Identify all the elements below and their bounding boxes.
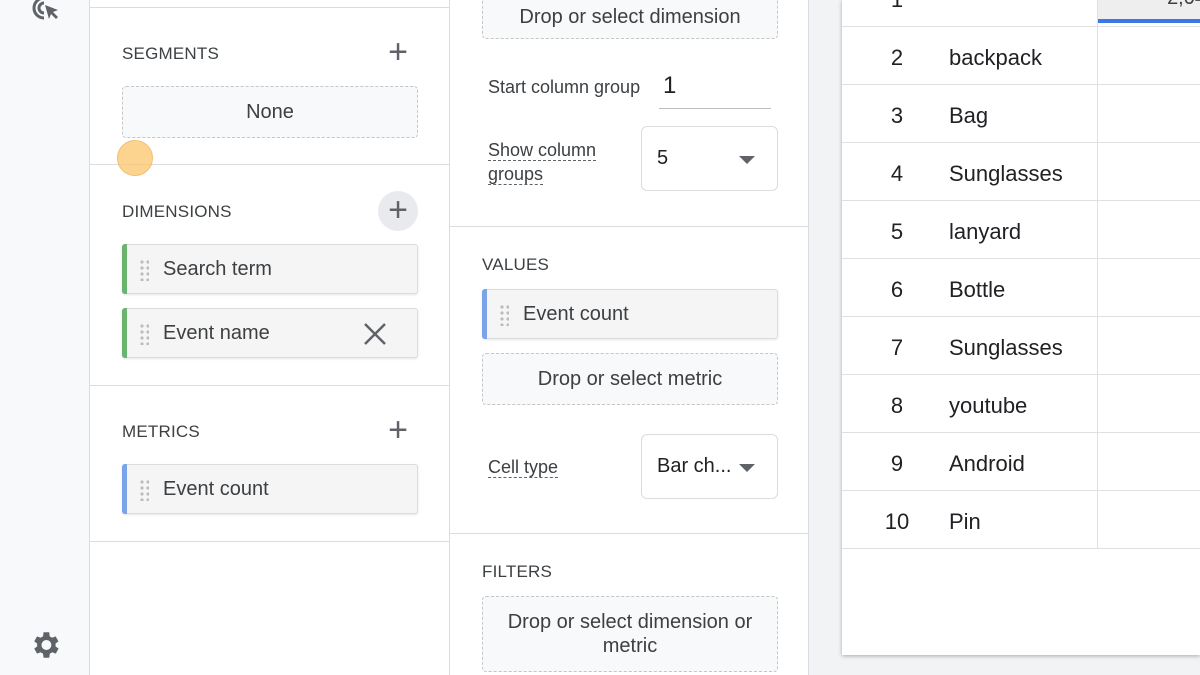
values-heading: VALUES [482,255,550,274]
bar-cell: 2,04 [1098,0,1200,23]
start-column-group-input[interactable]: 1 [659,72,771,109]
table-row[interactable]: 3 Bag [842,85,1200,143]
drag-handle-icon[interactable] [139,323,149,345]
table-row[interactable]: 6 Bottle [842,259,1200,317]
table-row[interactable]: 8 youtube [842,375,1200,433]
table-row[interactable]: 5 lanyard [842,201,1200,259]
chip-label: Event name [163,322,270,344]
add-segment-button[interactable]: + [378,33,418,73]
search-term-cell: Android [949,451,1025,476]
table-row[interactable]: 7 Sunglasses [842,317,1200,375]
chip-label: Event count [523,303,629,325]
select-value: Bar ch... [657,455,732,477]
metrics-heading: METRICS [122,422,200,441]
dropdown-arrow-icon [739,464,755,472]
search-term-cell: Pin [949,509,981,534]
chip-label: Search term [163,258,272,280]
table-row[interactable]: 2 backpack [842,27,1200,85]
event-count-value: 2,04 [1167,0,1200,10]
row-number: 6 [890,277,904,302]
gear-icon[interactable] [28,628,62,662]
row-number: 7 [890,335,904,360]
chip-label: Event count [163,478,269,500]
show-column-groups-select[interactable]: 5 [641,126,778,191]
metric-chip-event-count[interactable]: Event count [122,464,418,514]
add-dimension-button[interactable]: + [378,191,418,231]
search-term-cell: Bottle [949,277,1006,302]
start-column-group-label: Start column group [488,77,641,97]
close-icon[interactable] [363,322,387,346]
row-number: 9 [890,451,904,476]
search-term-cell: backpack [949,45,1042,70]
drop-metric-zone[interactable]: Drop or select metric [482,353,778,405]
value-chip-event-count[interactable]: Event count [482,289,778,339]
table-row[interactable]: 10 Pin [842,491,1200,549]
dimension-chip-search-term[interactable]: Search term [122,244,418,294]
search-term-cell: Bag [949,103,989,128]
drop-filter-zone[interactable]: Drop or select dimension or metric [482,596,778,672]
row-number: 4 [890,161,904,186]
row-number: 2 [890,45,904,70]
segment-none[interactable]: None [122,86,418,138]
dropdown-arrow-icon [739,156,755,164]
select-value: 5 [657,147,669,169]
row-number: 8 [890,393,904,418]
dimension-chip-event-name[interactable]: Event name [122,308,418,358]
drop-dimension-zone[interactable]: Drop or select dimension [482,0,778,39]
label-line: groups [488,164,544,185]
table-row[interactable]: 9 Android [842,433,1200,491]
row-number: 1 [842,0,952,13]
row-number: 3 [890,103,904,128]
label-line: Show column [488,140,597,161]
results-table: 12,042backpack3Bag4Sunglasses5lanyard6Bo… [842,0,1200,655]
drag-handle-icon[interactable] [139,259,149,281]
row-number: 10 [884,509,910,534]
table-row[interactable]: 12,04 [842,0,1200,27]
drag-handle-icon[interactable] [499,304,509,326]
add-metric-button[interactable]: + [378,411,418,451]
cursor-indicator [117,140,153,176]
dimensions-heading: DIMENSIONS [122,202,232,221]
cell-type-select[interactable]: Bar ch... [641,434,778,499]
search-term-cell: youtube [949,393,1028,418]
segments-heading: SEGMENTS [122,44,220,63]
show-column-groups-label: Show column groups [488,138,597,186]
drag-handle-icon[interactable] [139,479,149,501]
row-number: 5 [890,219,904,244]
table-row[interactable]: 4 Sunglasses [842,143,1200,201]
cursor-click-icon[interactable] [28,0,64,28]
search-term-cell: lanyard [949,219,1022,244]
filters-heading: FILTERS [482,562,553,581]
cell-type-label: Cell type [488,457,559,478]
search-term-cell: Sunglasses [949,161,1063,186]
search-term-cell: Sunglasses [949,335,1063,360]
left-rail [0,0,90,675]
